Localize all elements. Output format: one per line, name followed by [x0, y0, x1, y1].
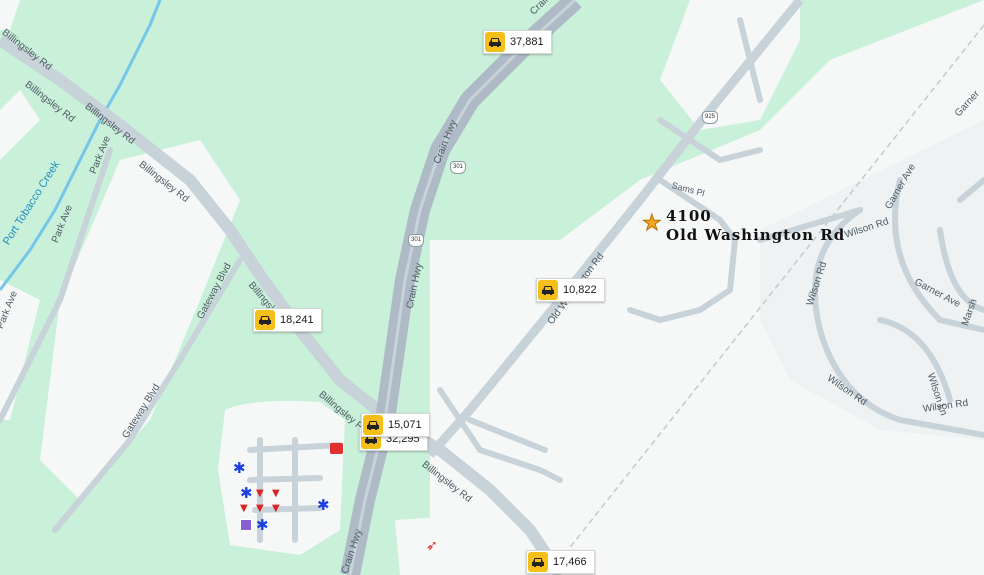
poi-bird-icon[interactable]: ➶: [426, 539, 438, 553]
traffic-count-callout[interactable]: 18,241: [253, 308, 322, 332]
route-shield-925: 925: [702, 111, 718, 124]
poi-restaurant-icon[interactable]: ▼: [240, 503, 248, 515]
traffic-count-value: 18,241: [280, 314, 314, 326]
poi-asterisk-icon[interactable]: ✱: [317, 498, 330, 513]
route-shield-301: 301: [408, 234, 424, 247]
traffic-count-value: 15,071: [388, 419, 422, 431]
poi-asterisk-icon[interactable]: ✱: [233, 461, 246, 476]
poi-asterisk-icon[interactable]: ✱: [256, 518, 269, 533]
poi-restaurant-icon[interactable]: ▼: [256, 503, 264, 515]
poi-gas-icon[interactable]: [330, 443, 343, 454]
poi-restaurant-icon[interactable]: ▼: [272, 503, 280, 515]
car-icon: [485, 32, 505, 52]
poi-restaurant-icon[interactable]: ▼: [272, 488, 280, 500]
car-icon: [255, 310, 275, 330]
traffic-count-callout[interactable]: 10,822: [536, 278, 605, 302]
car-icon: [538, 280, 558, 300]
poi-store-icon[interactable]: [240, 519, 252, 531]
subject-address-number: 4100: [666, 207, 712, 225]
traffic-count-value: 37,881: [510, 36, 544, 48]
traffic-count-value: 17,466: [553, 556, 587, 568]
map-base-layer: [0, 0, 984, 575]
poi-restaurant-icon[interactable]: ▼: [256, 488, 264, 500]
traffic-count-callout[interactable]: 15,071: [361, 413, 430, 437]
star-icon[interactable]: ★: [642, 211, 663, 234]
map-canvas[interactable]: Port Tobacco Creek Billingsley Rd Billin…: [0, 0, 984, 575]
traffic-count-callout[interactable]: 17,466: [526, 550, 595, 574]
poi-asterisk-icon[interactable]: ✱: [240, 486, 253, 501]
subject-address-street: Old Washington Rd: [666, 226, 846, 244]
car-icon: [528, 552, 548, 572]
car-icon: [363, 415, 383, 435]
route-shield-301: 301: [450, 161, 466, 174]
traffic-count-callout[interactable]: 37,881: [483, 30, 552, 54]
traffic-count-value: 10,822: [563, 284, 597, 296]
